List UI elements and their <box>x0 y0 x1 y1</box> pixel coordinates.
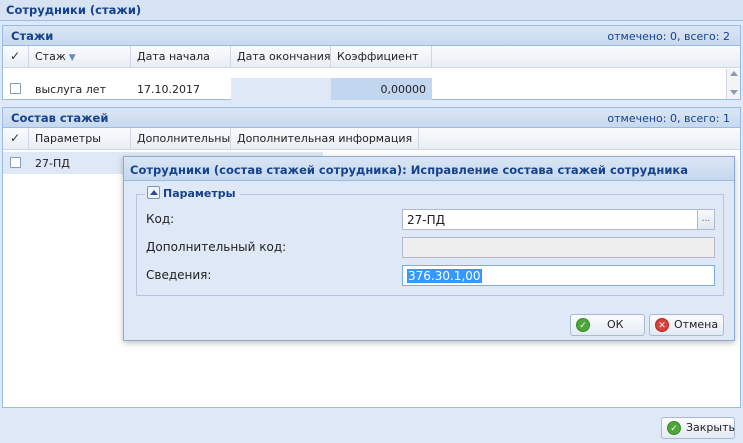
column-header-stazh[interactable]: Стаж ▼ <box>29 46 131 68</box>
column-label-stazh: Стаж <box>35 50 66 63</box>
collapse-icon[interactable] <box>147 186 160 199</box>
fieldset-title: Параметры <box>163 187 236 200</box>
sostav-count: отмечено: 0, всего: 1 <box>607 112 730 125</box>
edit-dialog: Сотрудники (состав стажей сотрудника): И… <box>123 156 735 341</box>
cancel-button[interactable]: ✕ Отмена <box>649 314 724 336</box>
row-checkbox[interactable] <box>10 157 21 168</box>
cell-end-date <box>231 78 331 100</box>
check-circle-icon: ✓ <box>576 318 590 332</box>
stazhi-panel-header: Стажи отмечено: 0, всего: 2 <box>3 26 740 46</box>
code-label: Код: <box>146 212 175 226</box>
cell-params: 27-ПД <box>35 157 70 170</box>
stazhi-grid-header: ✓ Стаж ▼ Дата начала Дата окончания Коэфф… <box>3 46 740 68</box>
close-label: Закрыть <box>686 421 735 434</box>
params-fieldset: Параметры Код: 27-ПД ... Дополнительный … <box>136 186 724 296</box>
extra-code-label: Дополнительный код: <box>146 240 287 254</box>
stazhi-count: отмечено: 0, всего: 2 <box>607 30 730 43</box>
info-label: Сведения: <box>146 268 212 282</box>
stazhi-panel-title: Стажи <box>11 29 54 43</box>
stazhi-scrollbar[interactable] <box>726 69 740 99</box>
fieldset-legend: Параметры <box>145 186 240 200</box>
window-title: Сотрудники (стажи) <box>0 0 743 21</box>
sostav-panel-header: Состав стажей отмечено: 0, всего: 1 <box>3 108 740 128</box>
lookup-trigger-button[interactable]: ... <box>697 210 714 229</box>
checkmark-icon: ✓ <box>10 131 21 145</box>
select-all-header[interactable]: ✓ <box>3 46 29 68</box>
column-header-extra-params[interactable]: Дополнительные п <box>131 128 231 150</box>
scroll-down-icon[interactable] <box>730 90 738 95</box>
column-header-extra-info[interactable]: Дополнительная информация <box>231 128 419 150</box>
row-checkbox[interactable] <box>10 83 21 94</box>
select-all-header[interactable]: ✓ <box>3 128 29 150</box>
cell-coefficient: 0,00000 <box>331 78 432 100</box>
dialog-title: Сотрудники (состав стажей сотрудника): И… <box>124 157 734 181</box>
ok-label: ОК <box>607 318 624 331</box>
checkmark-icon: ✓ <box>10 49 21 63</box>
close-button[interactable]: ✓ Закрыть <box>661 417 735 439</box>
sostav-grid-header: ✓ Параметры Дополнительные п Дополнитель… <box>3 128 740 150</box>
column-header-params[interactable]: Параметры <box>29 128 131 150</box>
cancel-label: Отмена <box>674 318 719 331</box>
x-circle-icon: ✕ <box>655 318 669 332</box>
info-value: 376.30.1,00 <box>407 269 482 283</box>
column-header-coefficient[interactable]: Коэффициент <box>331 46 432 68</box>
check-circle-icon: ✓ <box>667 421 681 435</box>
column-header-start-date[interactable]: Дата начала <box>131 46 231 68</box>
cell-start-date: 17.10.2017 <box>137 83 200 96</box>
extra-code-field[interactable] <box>402 237 715 258</box>
scroll-up-icon[interactable] <box>730 71 738 76</box>
sort-desc-icon: ▼ <box>68 53 76 63</box>
ok-button[interactable]: ✓ ОК <box>570 314 645 336</box>
table-row[interactable]: выслуга лет 17.10.2017 0,00000 <box>3 78 726 100</box>
info-field[interactable]: 376.30.1,00 <box>402 265 715 286</box>
code-value: 27-ПД <box>407 213 445 227</box>
stazhi-panel: Стажи отмечено: 0, всего: 2 ✓ Стаж ▼ Дата… <box>2 25 741 100</box>
sostav-panel-title: Состав стажей <box>11 111 109 125</box>
column-header-end-date[interactable]: Дата окончания <box>231 46 331 68</box>
cell-stazh: выслуга лет <box>35 83 106 96</box>
code-field[interactable]: 27-ПД ... <box>402 209 715 230</box>
